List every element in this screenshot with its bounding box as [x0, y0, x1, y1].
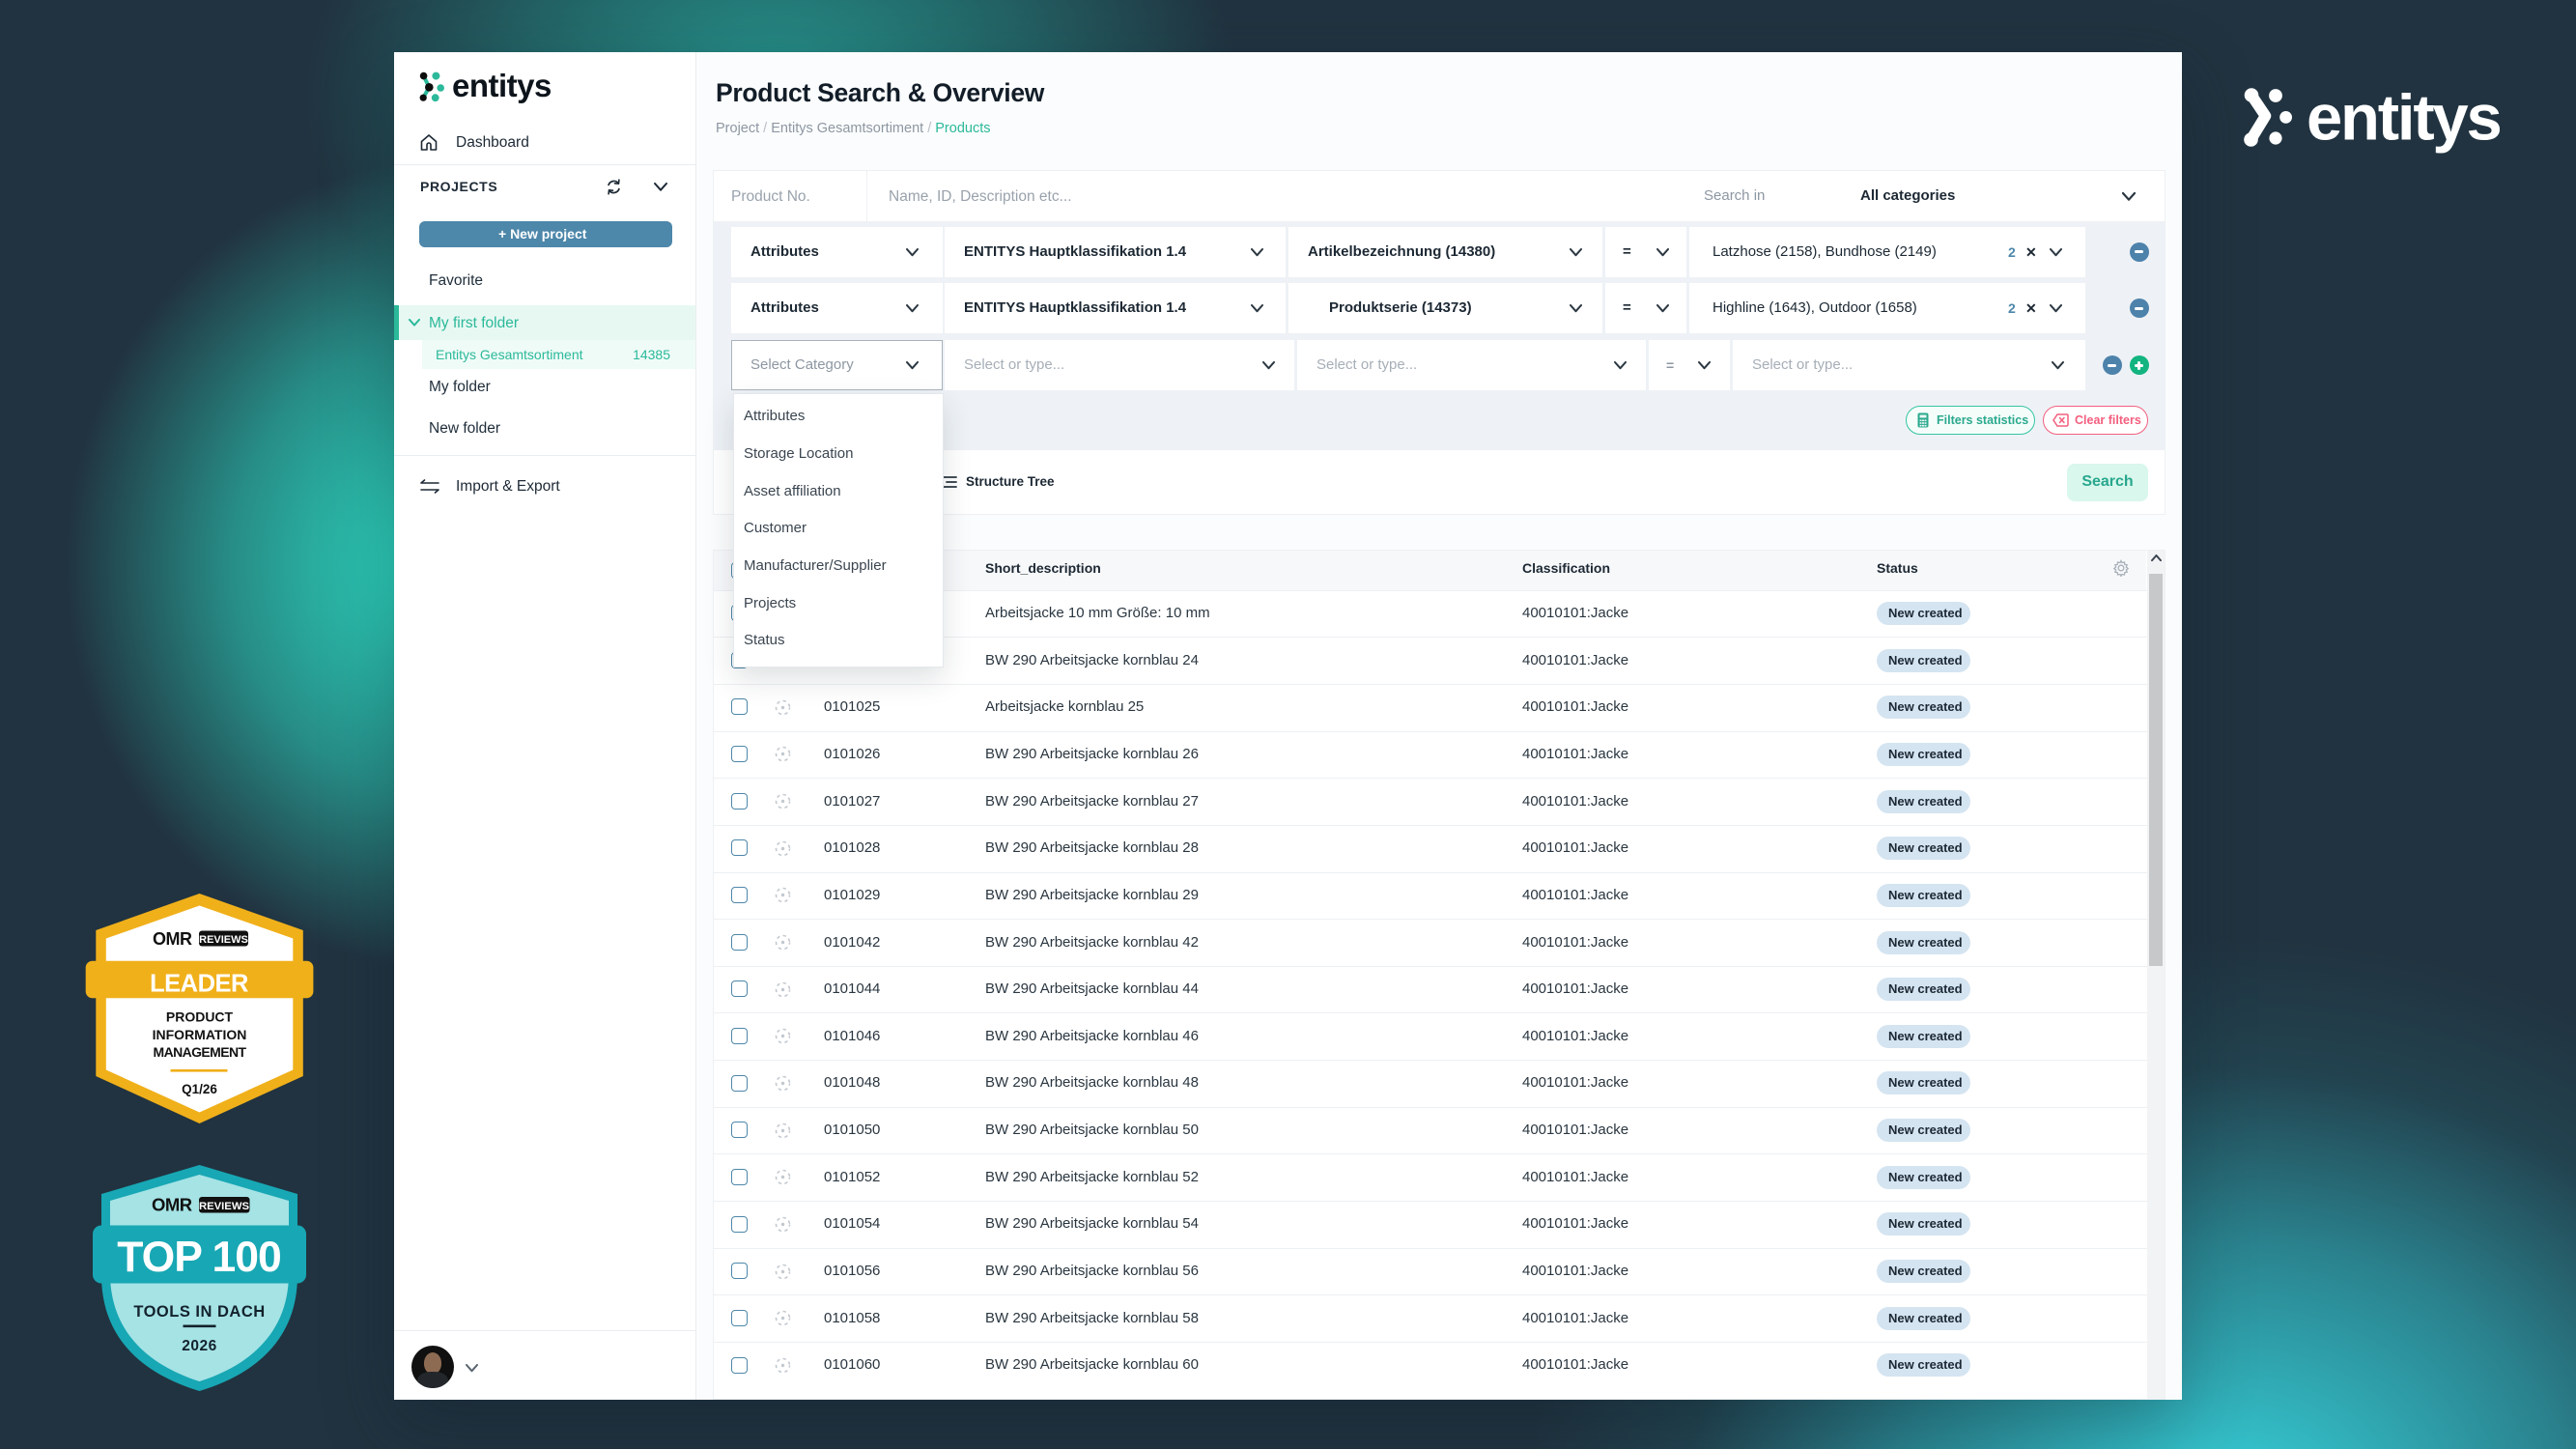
svg-text:LEADER: LEADER [150, 971, 248, 998]
svg-text:INFORMATION: INFORMATION [153, 1027, 247, 1042]
svg-text:TOOLS IN DACH: TOOLS IN DACH [133, 1303, 265, 1321]
svg-text:2026: 2026 [182, 1338, 216, 1354]
svg-text:Q1/26: Q1/26 [182, 1082, 217, 1096]
svg-text:TOP 100: TOP 100 [117, 1234, 280, 1281]
svg-text:OMR: OMR [152, 1195, 192, 1215]
svg-text:REVIEWS: REVIEWS [199, 1201, 250, 1212]
svg-text:entitys: entitys [2307, 82, 2501, 155]
svg-text:MANAGEMENT: MANAGEMENT [154, 1044, 247, 1060]
svg-text:PRODUCT: PRODUCT [166, 1009, 234, 1025]
svg-text:OMR: OMR [153, 929, 192, 949]
svg-text:REVIEWS: REVIEWS [199, 934, 248, 946]
